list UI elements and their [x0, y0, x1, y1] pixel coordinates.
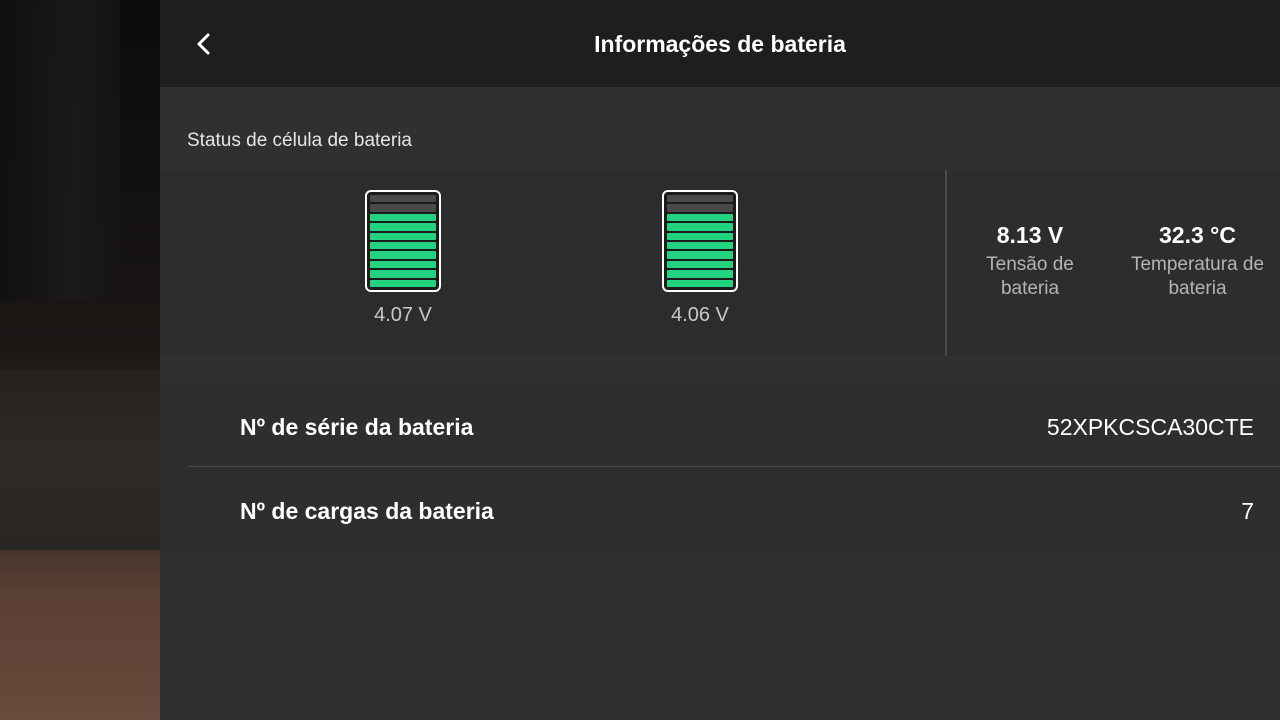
cell-level-segment-filled [370, 232, 436, 241]
charge-count-value: 7 [1241, 498, 1254, 524]
battery-stats-area: 8.13 V Tensão de bateria 32.3 °C Tempera… [947, 170, 1280, 356]
cell-level-segment-filled [370, 270, 436, 278]
cell-level-segment-filled [667, 251, 733, 259]
cell-level-segment-filled [370, 251, 436, 259]
battery-cell-icon [662, 190, 738, 292]
cell-level-segment-filled [370, 260, 436, 269]
cell-level-segment-empty [667, 204, 733, 212]
battery-temperature-value: 32.3 °C [1159, 222, 1236, 248]
battery-temperature-label: Temperatura de bateria [1115, 253, 1280, 301]
serial-number-label: Nº de série da bateria [240, 414, 474, 440]
charge-count-row: Nº de cargas da bateria 7 [187, 469, 1280, 553]
battery-info-panel: Informações de bateria Status de célula … [160, 0, 1280, 720]
serial-number-row: Nº de série da bateria 52XPKCSCA30CTE [187, 385, 1280, 469]
page-title: Informações de bateria [594, 31, 846, 57]
battery-temperature-stat: 32.3 °C Temperatura de bateria [1115, 222, 1280, 301]
cell-level-segment-filled [370, 279, 436, 288]
battery-info-list: Nº de série da bateria 52XPKCSCA30CTE Nº… [160, 385, 1280, 553]
cell-level-segment-filled [667, 270, 733, 278]
cell-voltage: 4.06 V [671, 304, 729, 326]
cell-level-segment-filled [667, 260, 733, 269]
battery-temperature-label-line1: Temperatura de [1130, 254, 1265, 275]
battery-cell-2: 4.06 V [650, 190, 750, 327]
cell-level-segment-filled [370, 242, 436, 250]
cell-level-segment-empty [370, 195, 436, 203]
cell-level-segment-filled [667, 223, 733, 231]
cell-level-segment-filled [370, 223, 436, 231]
cell-level-segment-filled [370, 213, 436, 222]
battery-voltage-value: 8.13 V [996, 222, 1064, 248]
battery-voltage-label: Tensão de bateria [970, 253, 1090, 301]
row-divider [187, 466, 1280, 467]
cell-level-segment-filled [667, 242, 733, 250]
cell-level-segment-filled [667, 279, 733, 288]
battery-cell-1: 4.07 V [353, 190, 453, 327]
header-bar: Informações de bateria [160, 0, 1280, 87]
back-button[interactable] [182, 22, 226, 66]
battery-cell-icon [365, 190, 441, 292]
cell-status-area: 4.07 V 4.06 V [160, 170, 945, 356]
chevron-left-icon [197, 33, 210, 55]
battery-voltage-label-line1: Tensão de [986, 254, 1074, 275]
camera-feed-background [0, 0, 160, 720]
cell-level-segment-filled [667, 232, 733, 241]
cell-voltage: 4.07 V [374, 304, 432, 326]
battery-temperature-label-line2: bateria [1168, 278, 1227, 299]
charge-count-label: Nº de cargas da bateria [240, 498, 494, 524]
cell-level-segment-filled [667, 213, 733, 222]
cell-level-segment-empty [370, 204, 436, 212]
cell-status-heading: Status de célula de bateria [187, 130, 412, 151]
serial-number-value: 52XPKCSCA30CTE [1046, 414, 1254, 440]
cell-level-segment-empty [667, 195, 733, 203]
battery-voltage-stat: 8.13 V Tensão de bateria [970, 222, 1090, 301]
battery-voltage-label-line2: bateria [1000, 278, 1060, 299]
